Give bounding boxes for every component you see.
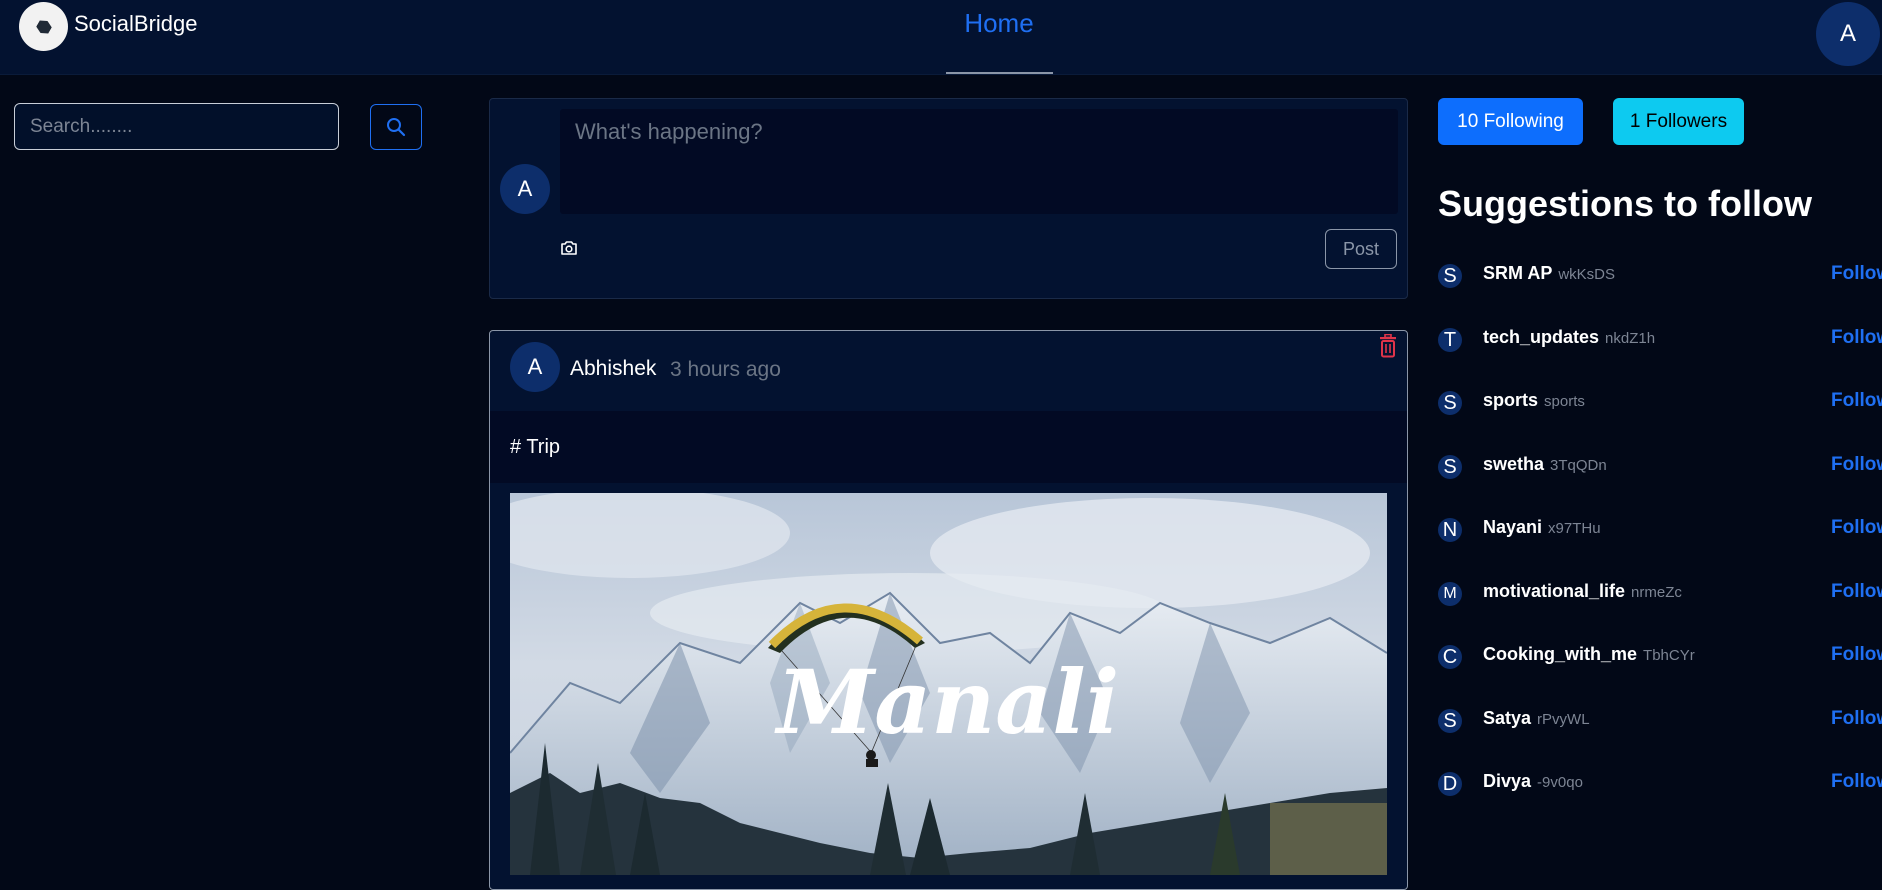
post-image: Manali — [510, 493, 1387, 875]
suggestion-avatar: S — [1438, 709, 1462, 733]
post-author-name[interactable]: Abhishek — [570, 357, 656, 381]
suggestion-row: C Cooking_with_meTbhCYr Follow — [1438, 636, 1882, 676]
follow-button[interactable]: Follow — [1831, 517, 1882, 539]
suggestion-name[interactable]: Divya -9v0qo — [1483, 771, 1583, 792]
suggestion-avatar: C — [1438, 645, 1462, 669]
search-input[interactable] — [15, 104, 338, 149]
suggestion-avatar: S — [1438, 391, 1462, 415]
suggestion-row: T tech_updatesnkdZ1h Follow — [1438, 319, 1882, 359]
suggestion-name[interactable]: sports sports — [1483, 390, 1585, 411]
suggestions-title: Suggestions to follow — [1438, 183, 1812, 224]
suggestion-avatar: M — [1438, 582, 1462, 606]
suggestion-handle: nkdZ1h — [1605, 330, 1656, 347]
search-button[interactable] — [370, 104, 422, 150]
post-timestamp: 3 hours ago — [670, 358, 781, 381]
post-text: # Trip — [510, 436, 561, 458]
search-icon — [387, 118, 406, 137]
suggestion-name[interactable]: motivational_life nrmeZc — [1483, 581, 1682, 602]
followers-button[interactable]: 1 Followers — [1613, 98, 1744, 145]
suggestion-name[interactable]: Satya rPvyWL — [1483, 708, 1590, 729]
suggestion-handle: sports — [1544, 393, 1585, 410]
follow-button[interactable]: Follow — [1831, 390, 1882, 412]
suggestion-avatar: S — [1438, 264, 1462, 288]
suggestion-avatar: N — [1438, 518, 1462, 542]
suggestion-handle: rPvyWL — [1537, 711, 1590, 728]
user-avatar[interactable]: A — [1816, 2, 1880, 66]
image-caption: Manali — [774, 650, 1119, 754]
suggestion-handle: 3TqQDn — [1550, 457, 1607, 474]
post-author-avatar[interactable]: A — [510, 342, 560, 392]
suggestion-name[interactable]: Cooking_with_me TbhCYr — [1483, 644, 1695, 665]
suggestion-name[interactable]: swetha 3TqQDn — [1483, 454, 1607, 475]
suggestion-row: N Nayanix97THu Follow — [1438, 509, 1882, 549]
suggestion-row: S SRM APwkKsDS Follow — [1438, 255, 1882, 295]
suggestion-avatar: D — [1438, 772, 1462, 796]
suggestion-handle: x97THu — [1548, 520, 1601, 537]
follow-button[interactable]: Follow — [1831, 771, 1882, 793]
logo-mark-icon — [34, 17, 53, 36]
follow-button[interactable]: Follow — [1831, 644, 1882, 666]
brand-name[interactable]: SocialBridge — [74, 11, 198, 37]
suggestion-handle: wkKsDS — [1558, 266, 1616, 283]
search-field[interactable] — [14, 103, 339, 150]
suggestion-row: S SatyarPvyWL Follow — [1438, 700, 1882, 740]
top-navbar — [0, 0, 1882, 75]
follow-button[interactable]: Follow — [1831, 581, 1882, 603]
post-button[interactable]: Post — [1325, 229, 1397, 269]
suggestion-avatar: T — [1438, 328, 1462, 352]
following-button[interactable]: 10 Following — [1438, 98, 1583, 145]
manali-photo: Manali — [510, 493, 1387, 875]
suggestion-row: S swetha3TqQDn Follow — [1438, 446, 1882, 486]
suggestion-handle: TbhCYr — [1643, 647, 1695, 664]
follow-button[interactable]: Follow — [1831, 708, 1882, 730]
suggestion-name[interactable]: tech_updates nkdZ1h — [1483, 327, 1655, 348]
composer-avatar: A — [500, 164, 550, 214]
composer-textarea[interactable] — [560, 109, 1398, 214]
suggestion-row: D Divya-9v0qo Follow — [1438, 763, 1882, 803]
logo[interactable] — [19, 2, 68, 51]
follow-button[interactable]: Follow — [1831, 454, 1882, 476]
follow-button[interactable]: Follow — [1831, 263, 1882, 285]
follow-button[interactable]: Follow — [1831, 327, 1882, 349]
suggestion-handle: nrmeZc — [1631, 584, 1682, 601]
delete-post-icon[interactable] — [1379, 333, 1397, 358]
suggestion-handle: -9v0qo — [1537, 774, 1583, 791]
suggestion-name[interactable]: Nayani x97THu — [1483, 517, 1601, 538]
active-tab-indicator — [946, 72, 1053, 74]
suggestion-name[interactable]: SRM AP wkKsDS — [1483, 263, 1615, 284]
suggestion-row: S sportssports Follow — [1438, 382, 1882, 422]
nav-home-tab[interactable]: Home — [946, 5, 1052, 73]
post-body — [490, 411, 1407, 483]
suggestion-avatar: S — [1438, 455, 1462, 479]
suggestion-row: M motivational_lifenrmeZc Follow — [1438, 573, 1882, 613]
camera-icon[interactable] — [560, 240, 578, 256]
